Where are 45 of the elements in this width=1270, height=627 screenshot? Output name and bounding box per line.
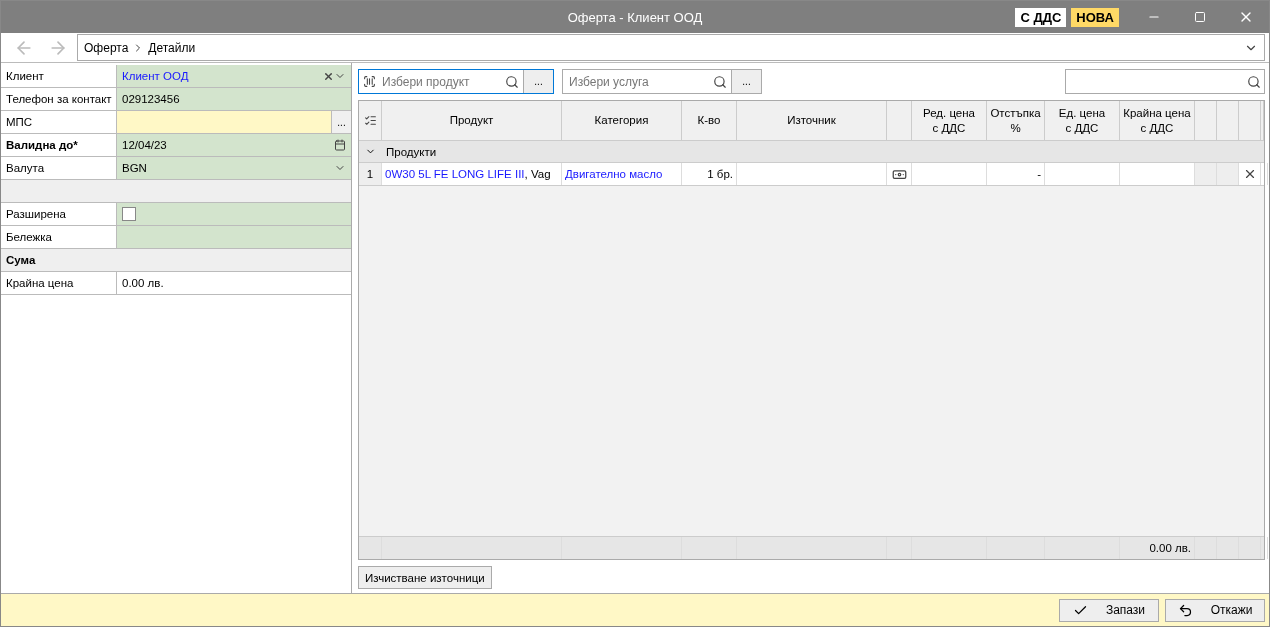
search-icon[interactable] [505, 74, 519, 89]
discount-cell: - [987, 163, 1045, 185]
column-header[interactable]: К-во [682, 101, 737, 140]
service-search-field[interactable]: Избери услуга ... [562, 69, 762, 94]
undo-icon [1177, 602, 1193, 618]
product-search-field[interactable]: Избери продукт ... [358, 69, 554, 94]
total-cell: 0.00 лв. [1120, 537, 1195, 559]
column-header[interactable]: Източник [737, 101, 887, 140]
status-badge: НОВА [1071, 7, 1119, 27]
section-title: Сума [5, 253, 37, 268]
clear-sources-button[interactable]: Изчистване източници [358, 566, 492, 589]
status-badge: С ДДС [1015, 7, 1067, 27]
product-cell[interactable]: 0W30 5L FE LONG LIFE III, Vag [382, 163, 562, 185]
column-header[interactable]: Крайна цена с ДДС [1120, 101, 1195, 140]
save-button[interactable]: Запази [1059, 598, 1159, 622]
cancel-button[interactable]: Откажи [1165, 598, 1265, 622]
date-value: 12/04/23 [122, 139, 168, 151]
row-number: 1 [359, 163, 382, 185]
column-header[interactable]: Ед. цена с ДДС [1045, 101, 1120, 140]
text-field[interactable]: 029123456 [117, 88, 351, 110]
column-header[interactable]: Категория [562, 101, 682, 140]
column-header[interactable]: Отстъпка % [987, 101, 1045, 140]
barcode-icon [363, 75, 376, 88]
client-value: Клиент ООД [122, 70, 190, 82]
calendar-icon[interactable] [334, 139, 346, 151]
column-header[interactable]: Ред. цена с ДДС [912, 101, 987, 140]
search-field[interactable] [1065, 69, 1265, 94]
browse-button[interactable]: ... [331, 111, 351, 133]
column-header[interactable]: Продукт [382, 101, 562, 140]
window-title: Оферта - Клиент ООД [567, 9, 703, 25]
clear-icon[interactable] [323, 70, 334, 82]
quantity-cell: 1 бр. [682, 163, 737, 185]
category-cell[interactable]: Двигателно масло [562, 163, 682, 185]
text-field[interactable] [117, 226, 351, 248]
column-chooser-icon[interactable] [363, 114, 377, 127]
breadcrumb-item[interactable]: Детайли [148, 40, 196, 55]
search-icon[interactable] [713, 74, 727, 89]
group-label: Продукти [385, 145, 437, 158]
currency-value: BGN [122, 162, 148, 174]
maximize-icon[interactable] [1194, 11, 1206, 23]
search-icon[interactable] [1247, 74, 1261, 89]
browse-button[interactable]: ... [731, 70, 761, 93]
breadcrumb-item[interactable]: Оферта [84, 40, 129, 55]
browse-button[interactable]: ... [523, 70, 553, 93]
checkbox[interactable] [122, 207, 136, 221]
